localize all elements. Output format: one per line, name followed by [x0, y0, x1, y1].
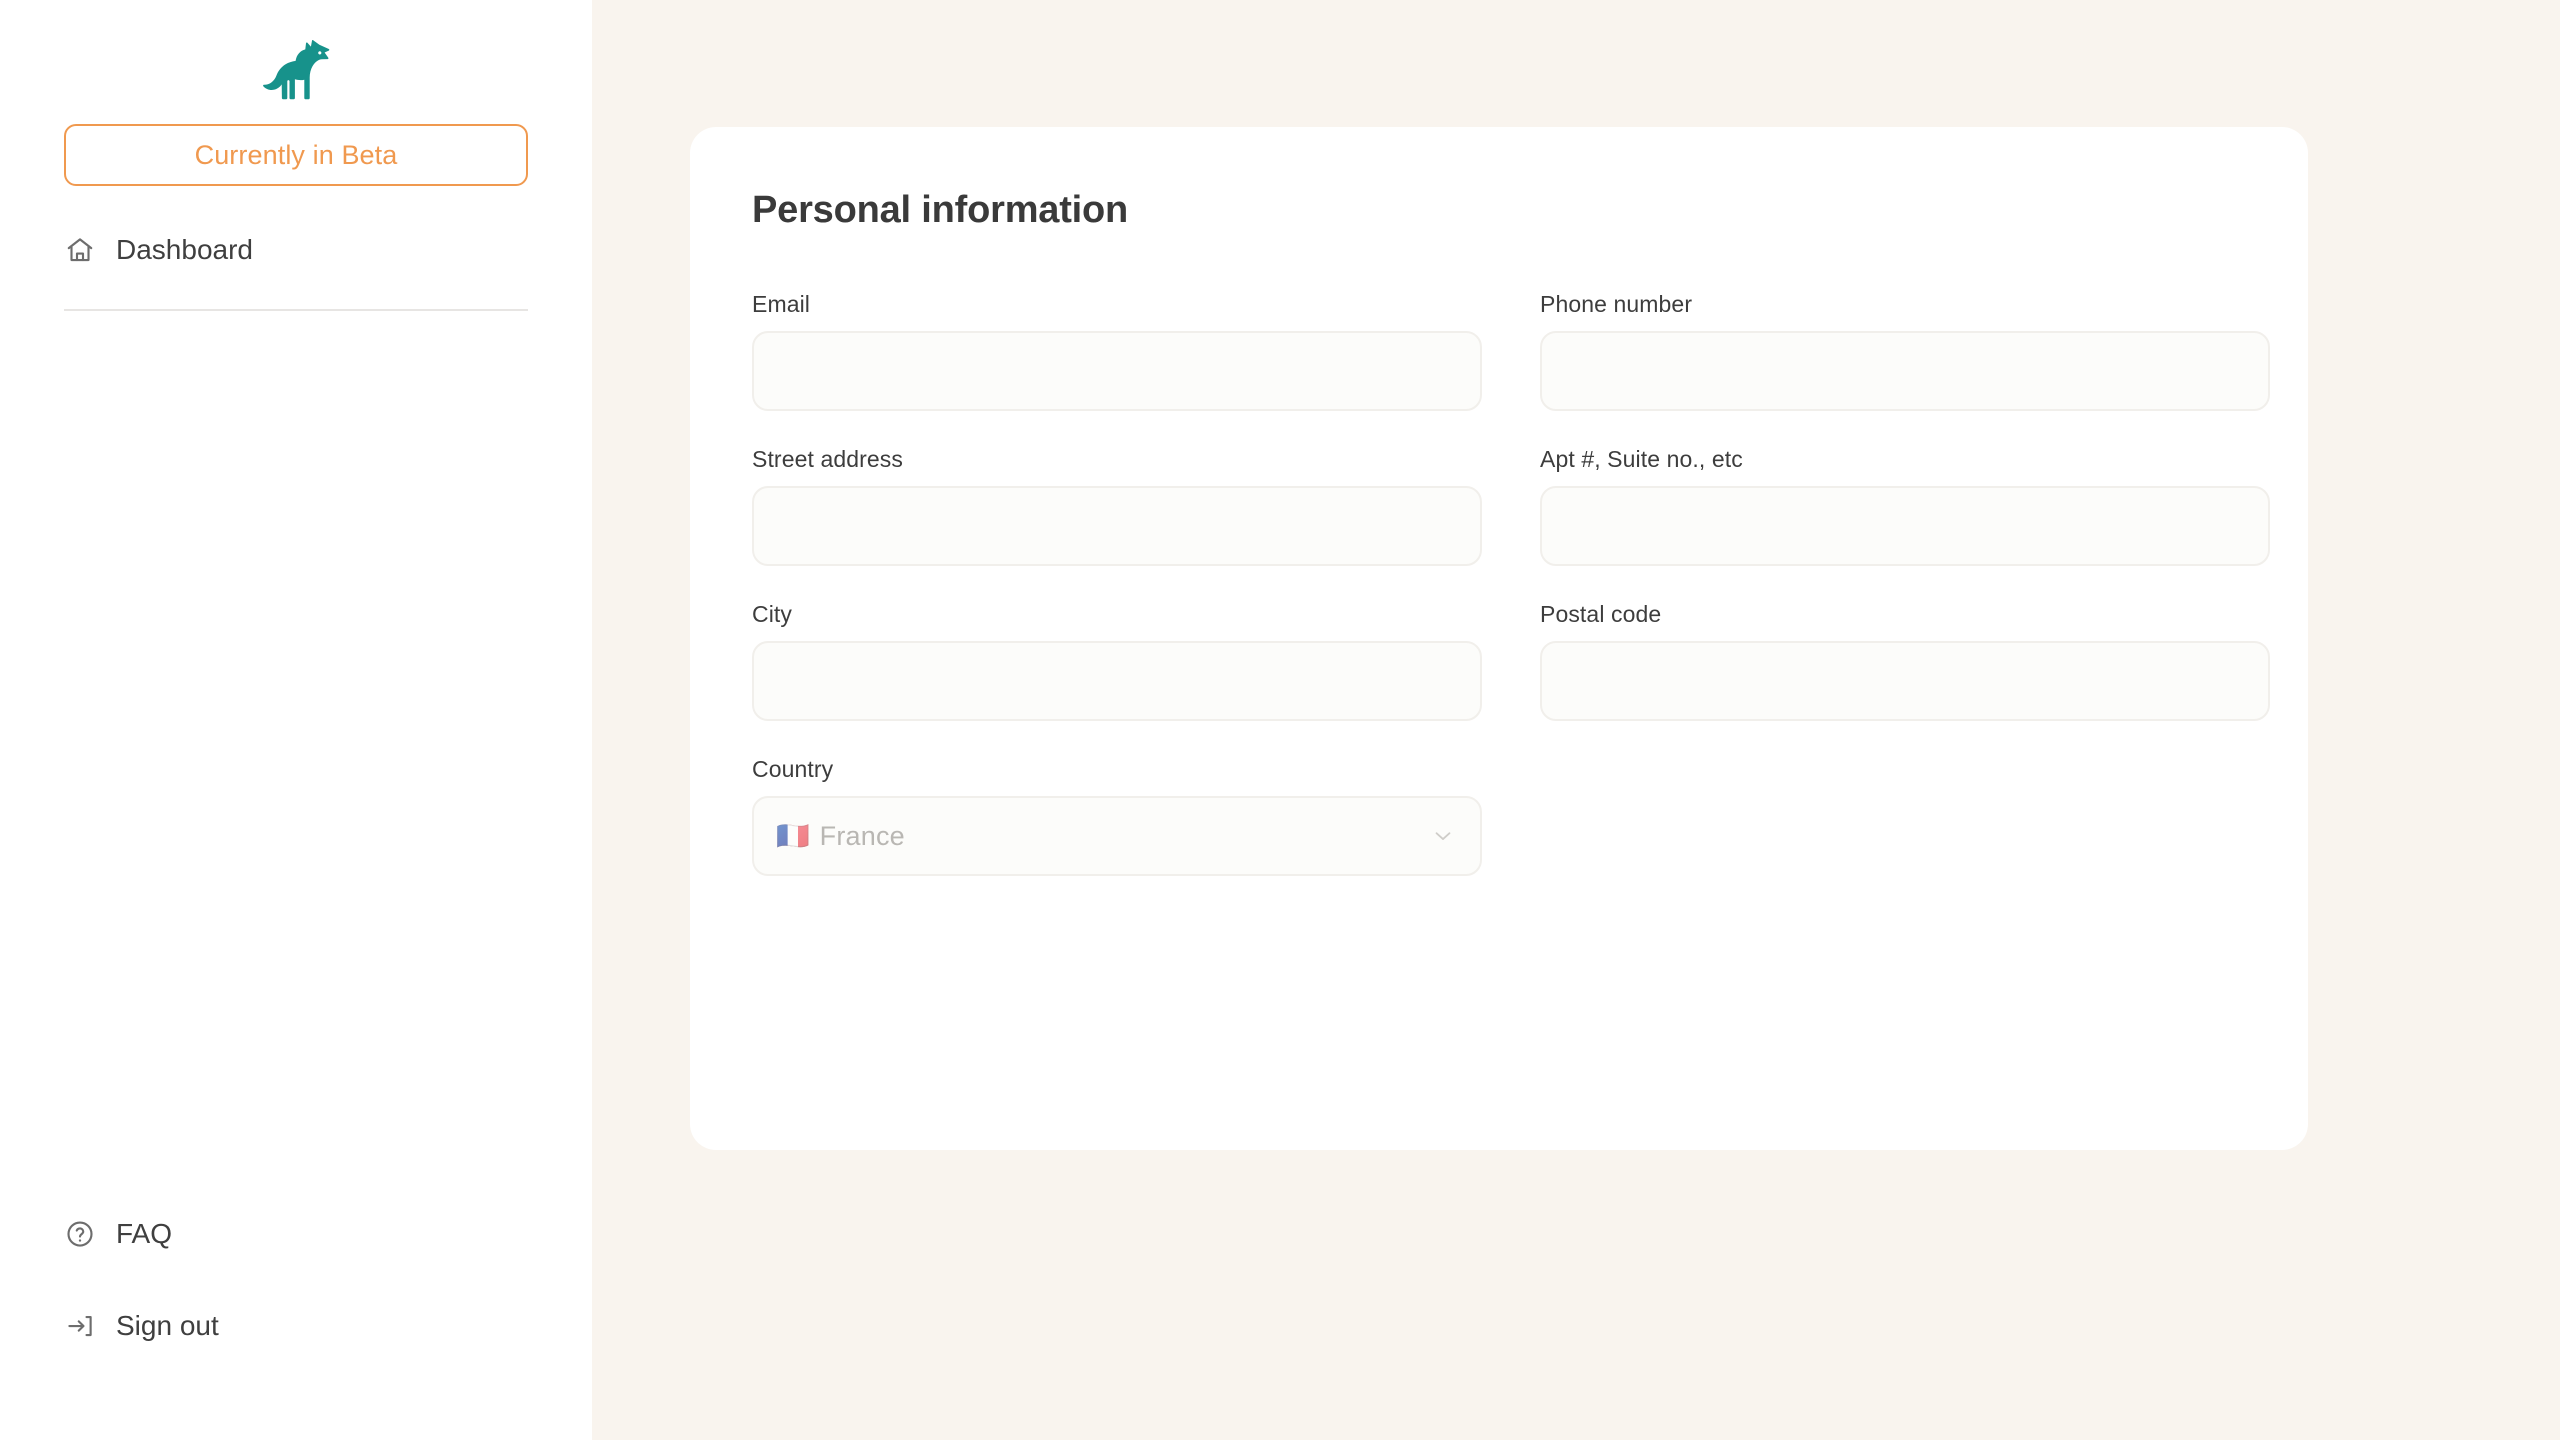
main-content: Personal information Email Phone number … — [592, 0, 2560, 1440]
chevron-down-icon[interactable] — [1430, 823, 1456, 849]
field-city: City — [752, 601, 1482, 721]
beta-badge-button[interactable]: Currently in Beta — [64, 124, 528, 186]
field-label: Country — [752, 756, 834, 782]
sidebar-item-label: Sign out — [116, 1310, 219, 1341]
field-apt-suite: Apt #, Suite no., etc — [1540, 446, 2270, 566]
street-address-field[interactable] — [752, 486, 1482, 566]
sign-out-icon — [64, 1310, 96, 1342]
field-label: Phone number — [1540, 291, 1693, 317]
field-label: City — [752, 601, 793, 627]
phone-number-field[interactable] — [1540, 331, 2270, 411]
dog-logo-icon — [257, 37, 335, 103]
field-phone-number: Phone number — [1540, 291, 2270, 411]
field-email: Email — [752, 291, 1482, 411]
apt-suite-field[interactable] — [1540, 486, 2270, 566]
email-field[interactable] — [752, 331, 1482, 411]
field-label: Street address — [752, 446, 903, 472]
sidebar-item-sign-out[interactable]: Sign out — [64, 1300, 528, 1352]
field-street-address: Street address — [752, 446, 1482, 566]
field-postal-code: Postal code — [1540, 601, 2270, 721]
sidebar-nav-top: Dashboard — [64, 224, 528, 311]
field-label: Postal code — [1540, 601, 1662, 627]
postal-code-field[interactable] — [1540, 641, 2270, 721]
sidebar-nav-bottom: FAQ Sign out — [64, 1208, 528, 1440]
field-label: Apt #, Suite no., etc — [1540, 446, 1743, 472]
brand-logo[interactable] — [64, 0, 528, 110]
sidebar-item-dashboard[interactable]: Dashboard — [64, 224, 528, 276]
personal-information-card: Personal information Email Phone number … — [690, 127, 2308, 1150]
personal-information-form: Email Phone number Street address Apt #,… — [752, 291, 2270, 911]
sidebar-item-label: FAQ — [116, 1218, 173, 1249]
field-country: Country 🇫🇷 France — [752, 756, 1482, 876]
question-circle-icon — [64, 1218, 96, 1250]
sidebar-item-faq[interactable]: FAQ — [64, 1208, 528, 1260]
sidebar-item-label: Dashboard — [116, 234, 253, 265]
flag-france-icon: 🇫🇷 — [776, 820, 810, 851]
home-icon — [64, 234, 96, 266]
page-title: Personal information — [752, 189, 1129, 231]
country-select-value: France — [819, 820, 905, 851]
field-label: Email — [752, 291, 811, 317]
city-field[interactable] — [752, 641, 1482, 721]
app-root: Currently in Beta Dashboard FAQ Sign out… — [0, 0, 2560, 1440]
sidebar: Currently in Beta Dashboard FAQ Sign out — [0, 0, 592, 1440]
country-select[interactable]: 🇫🇷 France — [752, 796, 1482, 876]
